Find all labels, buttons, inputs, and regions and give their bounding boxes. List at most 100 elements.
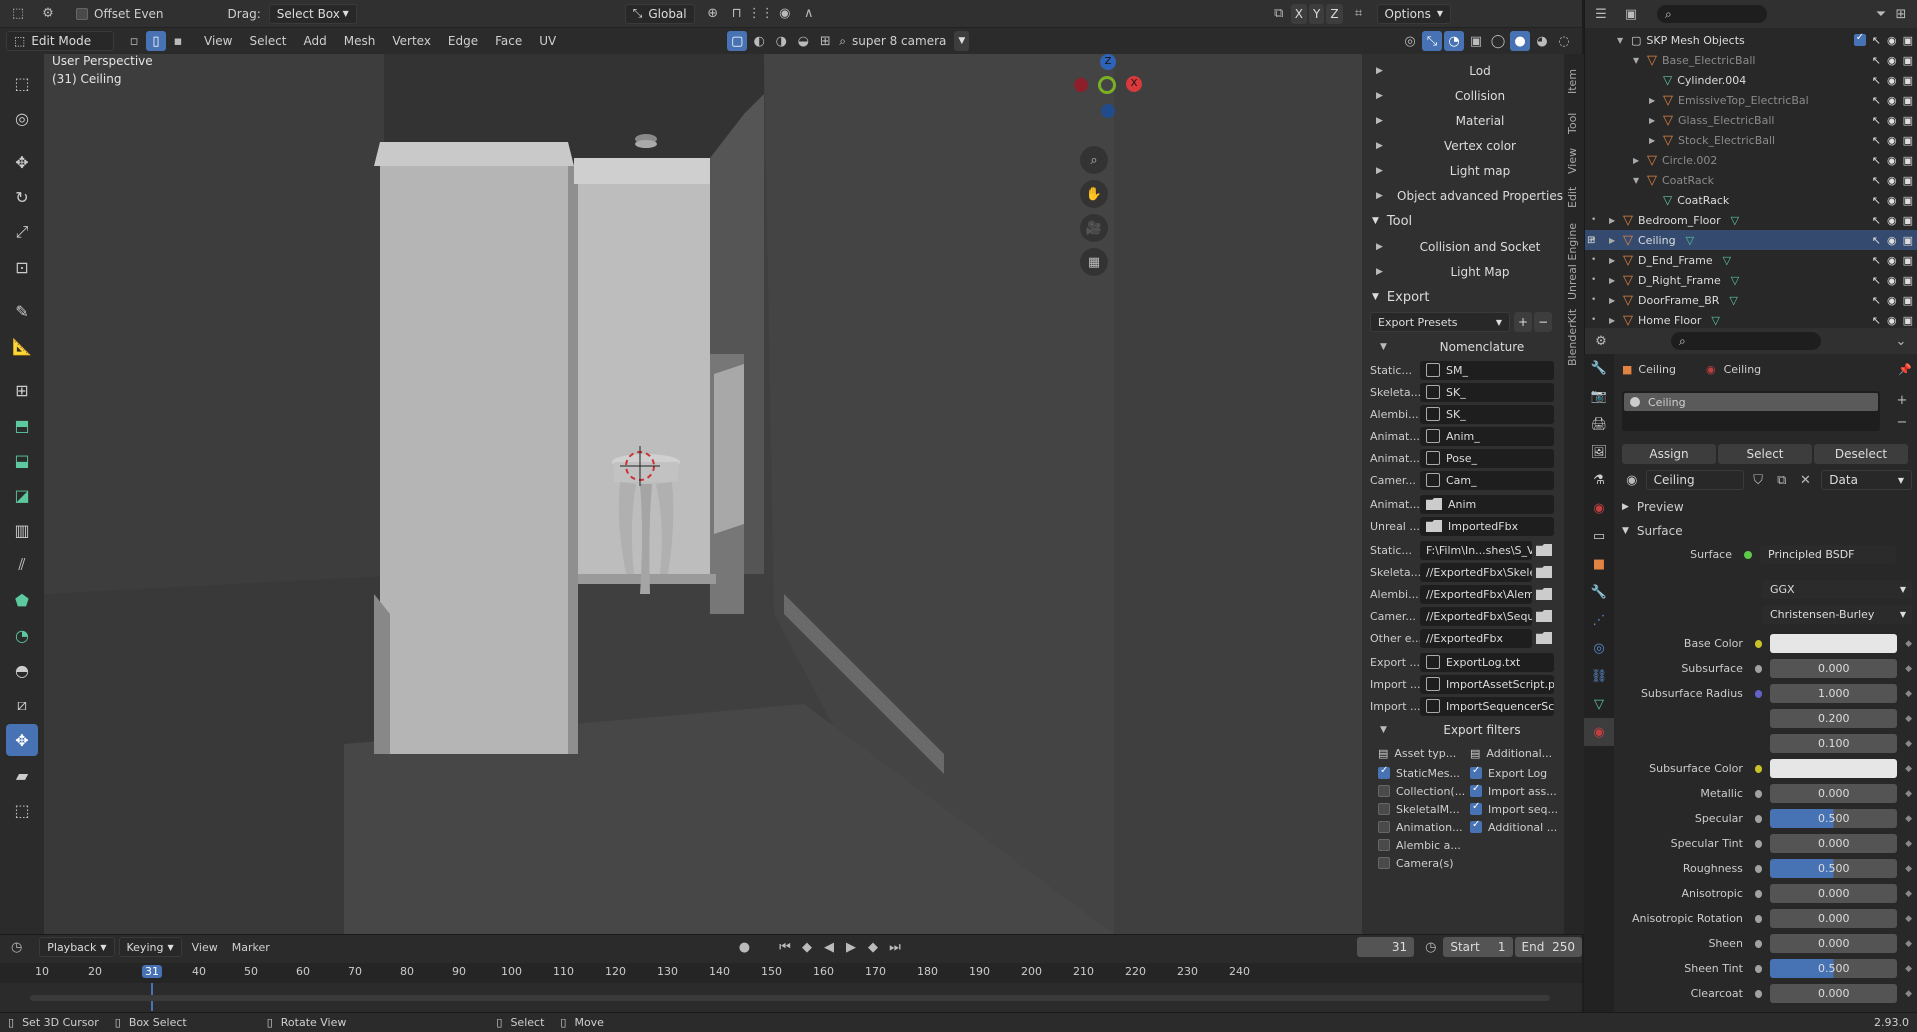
prev-key-icon[interactable]: ◆ <box>797 937 817 957</box>
socket-icon[interactable] <box>1754 664 1763 673</box>
keyframe-icon[interactable]: ◆ <box>1905 989 1912 999</box>
rip-tool-icon[interactable]: ⬚ <box>6 794 38 826</box>
view-layer-tab-icon[interactable]: 🖼 <box>1584 438 1614 466</box>
bsdf-input-field[interactable]: 0.000 <box>1770 909 1898 928</box>
np-field-input[interactable]: ImportSequencerSc... <box>1420 696 1554 716</box>
playback-menu[interactable]: Playback ▼ <box>39 937 115 957</box>
socket-icon[interactable] <box>1754 639 1763 648</box>
eye-icon[interactable]: ◉ <box>1887 54 1897 67</box>
xray-icon[interactable]: ▣ <box>1466 31 1486 51</box>
nomenclature-header[interactable]: ▼ Nomenclature <box>1362 334 1564 359</box>
eye-icon[interactable]: ◉ <box>1887 134 1897 147</box>
measure-tool-icon[interactable]: 📐 <box>6 330 38 362</box>
socket-icon[interactable] <box>1754 839 1763 848</box>
select-toggle-icon[interactable]: ↖ <box>1872 154 1881 167</box>
gizmo-icon[interactable]: ⤡ <box>1422 31 1442 51</box>
end-frame-field[interactable]: End 250 <box>1514 937 1583 957</box>
timeline-editor-icon[interactable]: ◷ <box>8 937 25 957</box>
clock-icon[interactable]: ◷ <box>1422 937 1439 957</box>
folder-icon[interactable] <box>1536 544 1552 556</box>
link-dropdown[interactable]: Data ▼ <box>1821 470 1913 490</box>
expand-icon[interactable]: ▶ <box>1609 316 1623 325</box>
bsdf-input-field[interactable]: 0.000 <box>1770 834 1898 853</box>
tab-tool[interactable]: Tool <box>1564 100 1581 140</box>
np-collision-socket[interactable]: ▶ Collision and Socket <box>1362 234 1564 259</box>
spin-tool-icon[interactable]: ◔ <box>6 619 38 651</box>
socket-icon[interactable] <box>1754 889 1763 898</box>
frame-ruler[interactable]: 10 20 31 40 50 60 70 80 90 100 110 120 130 140 150 160 1… <box>0 963 1582 1011</box>
ortho-grid-icon[interactable]: ▦ <box>1080 248 1108 276</box>
np-object-advanced[interactable]: ▶ Object advanced Properties <box>1362 183 1564 208</box>
select-toggle-icon[interactable]: ↖ <box>1872 34 1881 47</box>
face-select-icon[interactable]: ▪ <box>168 31 188 51</box>
chevron-down-icon[interactable]: ▼ <box>954 31 970 51</box>
folder-icon[interactable] <box>1536 566 1552 578</box>
render-tab-icon[interactable]: 📷 <box>1584 382 1614 410</box>
keyframe-icon[interactable]: ◆ <box>1905 839 1912 849</box>
outliner-row[interactable]: • ⊞ ▶ ▽ Ceiling ▽ ↖ ◉ ▣ <box>1585 230 1917 250</box>
outliner-row[interactable]: ▼▢ SKP Mesh Objects ↖ ◉ ▣ <box>1585 30 1917 50</box>
material-name-field[interactable]: Ceiling <box>1645 470 1745 490</box>
timeline-view-menu[interactable]: View <box>192 941 218 954</box>
expand-icon[interactable]: ▼ <box>1633 176 1647 185</box>
browse-material-icon[interactable]: ◉ <box>1622 470 1642 490</box>
select-toggle-icon[interactable]: ↖ <box>1872 234 1881 247</box>
chevron-down-icon[interactable]: ⌄ <box>1891 331 1911 351</box>
outliner-row[interactable]: ▽ Cylinder.004 ↖ ◉ ▣ <box>1585 70 1917 90</box>
tab-edit[interactable]: Edit <box>1564 180 1581 214</box>
filter-checkbox[interactable] <box>1378 765 1390 779</box>
start-frame-field[interactable]: Start 1 <box>1443 937 1513 957</box>
eye-icon[interactable]: ◉ <box>1887 154 1897 167</box>
np-field-input[interactable]: ImportAssetScript.py <box>1420 674 1554 694</box>
keyframe-icon[interactable]: ◆ <box>1905 889 1912 899</box>
menu-select[interactable]: Select <box>249 34 286 48</box>
np-field-input[interactable]: //ExportedFbx\Sequ... <box>1420 606 1532 626</box>
tab-view[interactable]: View <box>1564 140 1581 180</box>
socket-icon[interactable] <box>1754 814 1763 823</box>
select-toggle-icon[interactable]: ↖ <box>1872 294 1881 307</box>
filter-checkbox[interactable] <box>1470 801 1482 815</box>
add-cube-tool-icon[interactable]: ⊞ <box>6 374 38 406</box>
expand-icon[interactable]: ▶ <box>1609 276 1623 285</box>
current-frame-field[interactable]: 31 <box>1357 937 1415 957</box>
camera-display-icon[interactable]: ⊞ <box>815 31 835 51</box>
camera-icon[interactable]: ▣ <box>1903 154 1913 167</box>
outliner-row[interactable]: • ▶ ▽ D_Right_Frame ▽ ↖ ◉ ▣ <box>1585 270 1917 290</box>
shrink-fatten-tool-icon[interactable]: ✥ <box>6 724 38 756</box>
np-field-input[interactable]: Anim <box>1420 494 1554 514</box>
camera-icon[interactable]: ▣ <box>1903 94 1913 107</box>
camera-icon[interactable]: ▣ <box>1903 54 1913 67</box>
keyframe-icon[interactable]: ◆ <box>1905 914 1912 924</box>
options-dropdown[interactable]: Options ▼ <box>1376 3 1452 24</box>
folder-icon[interactable] <box>1536 610 1552 622</box>
fake-user-icon[interactable]: ⛉ <box>1748 470 1768 490</box>
keyframe-icon[interactable]: ◆ <box>1905 739 1912 749</box>
select-visible-icon[interactable]: ▢ <box>727 31 748 51</box>
np-field-input[interactable]: SK_ <box>1420 404 1554 424</box>
export-panel-header[interactable]: ▼ Export <box>1362 284 1564 310</box>
np-field-input[interactable]: SK_ <box>1420 382 1554 402</box>
bsdf-input-field[interactable]: 0.500 <box>1770 959 1898 978</box>
jump-end-icon[interactable]: ⏭ <box>885 937 905 957</box>
filter-checkbox[interactable] <box>1378 803 1390 815</box>
rotate-tool-icon[interactable]: ↻ <box>6 181 38 213</box>
camera-icon[interactable]: ▣ <box>1903 314 1913 327</box>
folder-icon[interactable] <box>1536 588 1552 600</box>
keyframe-icon[interactable]: ◆ <box>1905 814 1912 824</box>
mode-dropdown[interactable]: ⬚ Edit Mode <box>6 31 114 51</box>
menu-face[interactable]: Face <box>495 34 522 48</box>
camera-icon[interactable]: ▣ <box>1903 174 1913 187</box>
menu-add[interactable]: Add <box>304 34 327 48</box>
menu-uv[interactable]: UV <box>539 34 556 48</box>
bsdf-input-field[interactable]: 0.200 <box>1770 709 1898 728</box>
select-toggle-icon[interactable]: ↖ <box>1872 94 1881 107</box>
camera-selector[interactable]: ⌕ super 8 camera ▼ <box>839 31 970 51</box>
camera-icon[interactable]: ▣ <box>1903 254 1913 267</box>
np-field-input[interactable]: ImportedFbx <box>1420 516 1554 536</box>
bsdf-input-field[interactable]: 0.000 <box>1770 884 1898 903</box>
np-field-input[interactable]: Anim_ <box>1420 426 1554 446</box>
filter-option[interactable]: SkeletalM... <box>1378 800 1470 818</box>
eye-icon[interactable]: ◉ <box>1887 254 1897 267</box>
filter-checkbox[interactable] <box>1470 765 1482 779</box>
smooth-tool-icon[interactable]: ◓ <box>6 654 38 686</box>
